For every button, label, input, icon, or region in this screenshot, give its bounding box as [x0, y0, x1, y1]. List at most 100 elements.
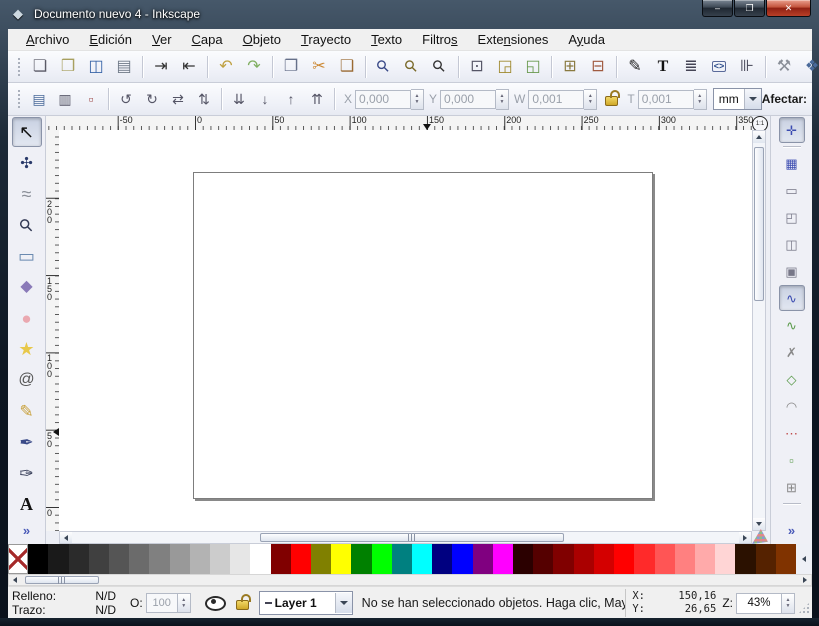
tweak-tool[interactable]: ≈	[12, 179, 42, 209]
snap-bbox-centers-button[interactable]: ▣	[779, 258, 805, 284]
palette-swatch[interactable]	[493, 544, 513, 574]
opacity-spinner[interactable]	[178, 593, 191, 613]
text-tool[interactable]: A	[12, 489, 42, 519]
palette-swatch[interactable]	[432, 544, 452, 574]
zoom-input[interactable]	[736, 593, 782, 614]
title-bar[interactable]: ◆ Documento nuevo 4 - Inkscape –❐✕	[0, 0, 819, 29]
ungroup-button[interactable]: ⊟	[584, 53, 612, 81]
calligraphy-tool[interactable]: ✑	[12, 458, 42, 488]
zoom-drawing-button[interactable]: ⚲	[398, 53, 426, 81]
width-spinner[interactable]	[584, 89, 597, 110]
snap-page-border-button[interactable]: ⊞	[779, 474, 805, 500]
pen-tool[interactable]: ✒	[12, 427, 42, 457]
undo-button[interactable]: ↶	[212, 53, 240, 81]
palette-scroll-left-button[interactable]	[9, 575, 21, 585]
menu-texto[interactable]: Texto	[361, 29, 412, 51]
save-document-button[interactable]: ◫	[82, 53, 110, 81]
palette-swatch[interactable]	[452, 544, 472, 574]
palette-swatch[interactable]	[230, 544, 250, 574]
document-properties-button[interactable]: ❖	[798, 53, 819, 81]
palette-swatch[interactable]	[776, 544, 796, 574]
duplicate-button[interactable]: ⊡	[463, 53, 491, 81]
snap-path-intersections-button[interactable]: ✗	[779, 339, 805, 365]
palette-swatch[interactable]	[331, 544, 351, 574]
menu-ver[interactable]: Ver	[142, 29, 182, 51]
star-tool[interactable]: ★	[12, 334, 42, 364]
layers-dialog-button[interactable]: ≣	[677, 53, 705, 81]
snap-cusp-nodes-button[interactable]: ◇	[779, 366, 805, 392]
palette-swatch[interactable]	[190, 544, 210, 574]
palette-swatch[interactable]	[594, 544, 614, 574]
menu-archivo[interactable]: Archivo	[16, 29, 79, 51]
snap-object-centers-button[interactable]: ▫	[779, 447, 805, 473]
zoom-tool[interactable]: ⚲	[12, 210, 42, 240]
menu-extensiones[interactable]: Extensiones	[468, 29, 559, 51]
palette-swatch[interactable]	[28, 544, 48, 574]
new-document-button[interactable]: ❏	[26, 53, 54, 81]
horizontal-scrollbar[interactable]	[59, 531, 752, 544]
palette-swatch[interactable]	[271, 544, 291, 574]
unit-dropdown-button[interactable]	[744, 89, 761, 109]
snap-bounding-box-button[interactable]: ▦	[779, 150, 805, 176]
palette-swatch[interactable]	[695, 544, 715, 574]
palette-swatch[interactable]	[715, 544, 735, 574]
palette-swatch[interactable]	[109, 544, 129, 574]
lower-button[interactable]: ↓	[252, 86, 278, 112]
x-spinner[interactable]	[411, 89, 424, 110]
deselect-button[interactable]: ▫	[78, 86, 104, 112]
menu-filtros[interactable]: Filtros	[412, 29, 467, 51]
paste-button[interactable]: ❑	[333, 53, 361, 81]
snap-smooth-nodes-button[interactable]: ◠	[779, 393, 805, 419]
open-document-button[interactable]: ❒	[54, 53, 82, 81]
rotate-cw-button[interactable]: ↻	[139, 86, 165, 112]
layer-lock-toggle[interactable]	[236, 600, 249, 610]
opacity-input[interactable]	[146, 593, 178, 613]
palette-swatch[interactable]	[351, 544, 371, 574]
raise-to-top-button[interactable]: ⇈	[304, 86, 330, 112]
palette-swatch[interactable]	[210, 544, 230, 574]
rectangle-tool[interactable]: ▭	[12, 241, 42, 271]
palette-swatch[interactable]	[756, 544, 776, 574]
pencil-tool[interactable]: ✎	[12, 396, 42, 426]
y-input[interactable]	[440, 90, 496, 109]
palette-swatch[interactable]	[513, 544, 533, 574]
text-dialog-button[interactable]: T	[649, 53, 677, 81]
select-all-layers-button[interactable]: ▥	[52, 86, 78, 112]
palette-swatch[interactable]	[170, 544, 190, 574]
x-input[interactable]	[355, 90, 411, 109]
lower-to-bottom-button[interactable]: ⇊	[226, 86, 252, 112]
select-all-button[interactable]: ▤	[26, 86, 52, 112]
maximize-button[interactable]: ❐	[734, 0, 765, 17]
menu-objeto[interactable]: Objeto	[233, 29, 291, 51]
layer-selector[interactable]: Layer 1	[259, 591, 353, 615]
unit-selector[interactable]: mm	[713, 88, 762, 110]
vertical-scrollbar[interactable]	[752, 130, 766, 531]
snap-paths-button[interactable]: ∿	[779, 312, 805, 338]
import-button[interactable]: ⇥	[147, 53, 175, 81]
palette-scrollbar[interactable]	[8, 574, 812, 586]
fill-stroke-dialog-button[interactable]: ✎	[621, 53, 649, 81]
scroll-right-button[interactable]	[739, 532, 751, 543]
palette-swatch[interactable]	[675, 544, 695, 574]
palette-swatch[interactable]	[372, 544, 392, 574]
raise-button[interactable]: ↑	[278, 86, 304, 112]
lock-ratio-toggle[interactable]	[605, 96, 618, 106]
palette-swatch[interactable]	[473, 544, 493, 574]
palette-swatch[interactable]	[735, 544, 755, 574]
palette-swatch[interactable]	[129, 544, 149, 574]
palette-swatch[interactable]	[149, 544, 169, 574]
resize-grip[interactable]	[798, 602, 810, 614]
palette-swatch[interactable]	[574, 544, 594, 574]
palette-scroll-right-button[interactable]	[799, 575, 811, 585]
menu-trayecto[interactable]: Trayecto	[291, 29, 361, 51]
palette-swatch[interactable]	[634, 544, 654, 574]
unlink-clone-button[interactable]: ◱	[519, 53, 547, 81]
redo-button[interactable]: ↷	[240, 53, 268, 81]
layer-visibility-toggle[interactable]	[205, 596, 226, 611]
close-button[interactable]: ✕	[766, 0, 811, 17]
palette-swatch[interactable]	[553, 544, 573, 574]
menu-capa[interactable]: Capa	[182, 29, 233, 51]
fill-stroke-indicator[interactable]: Relleno: N/D Trazo: N/D	[8, 589, 124, 617]
palette-scroll-thumb[interactable]	[25, 576, 99, 584]
preferences-button[interactable]: ⚒	[770, 53, 798, 81]
